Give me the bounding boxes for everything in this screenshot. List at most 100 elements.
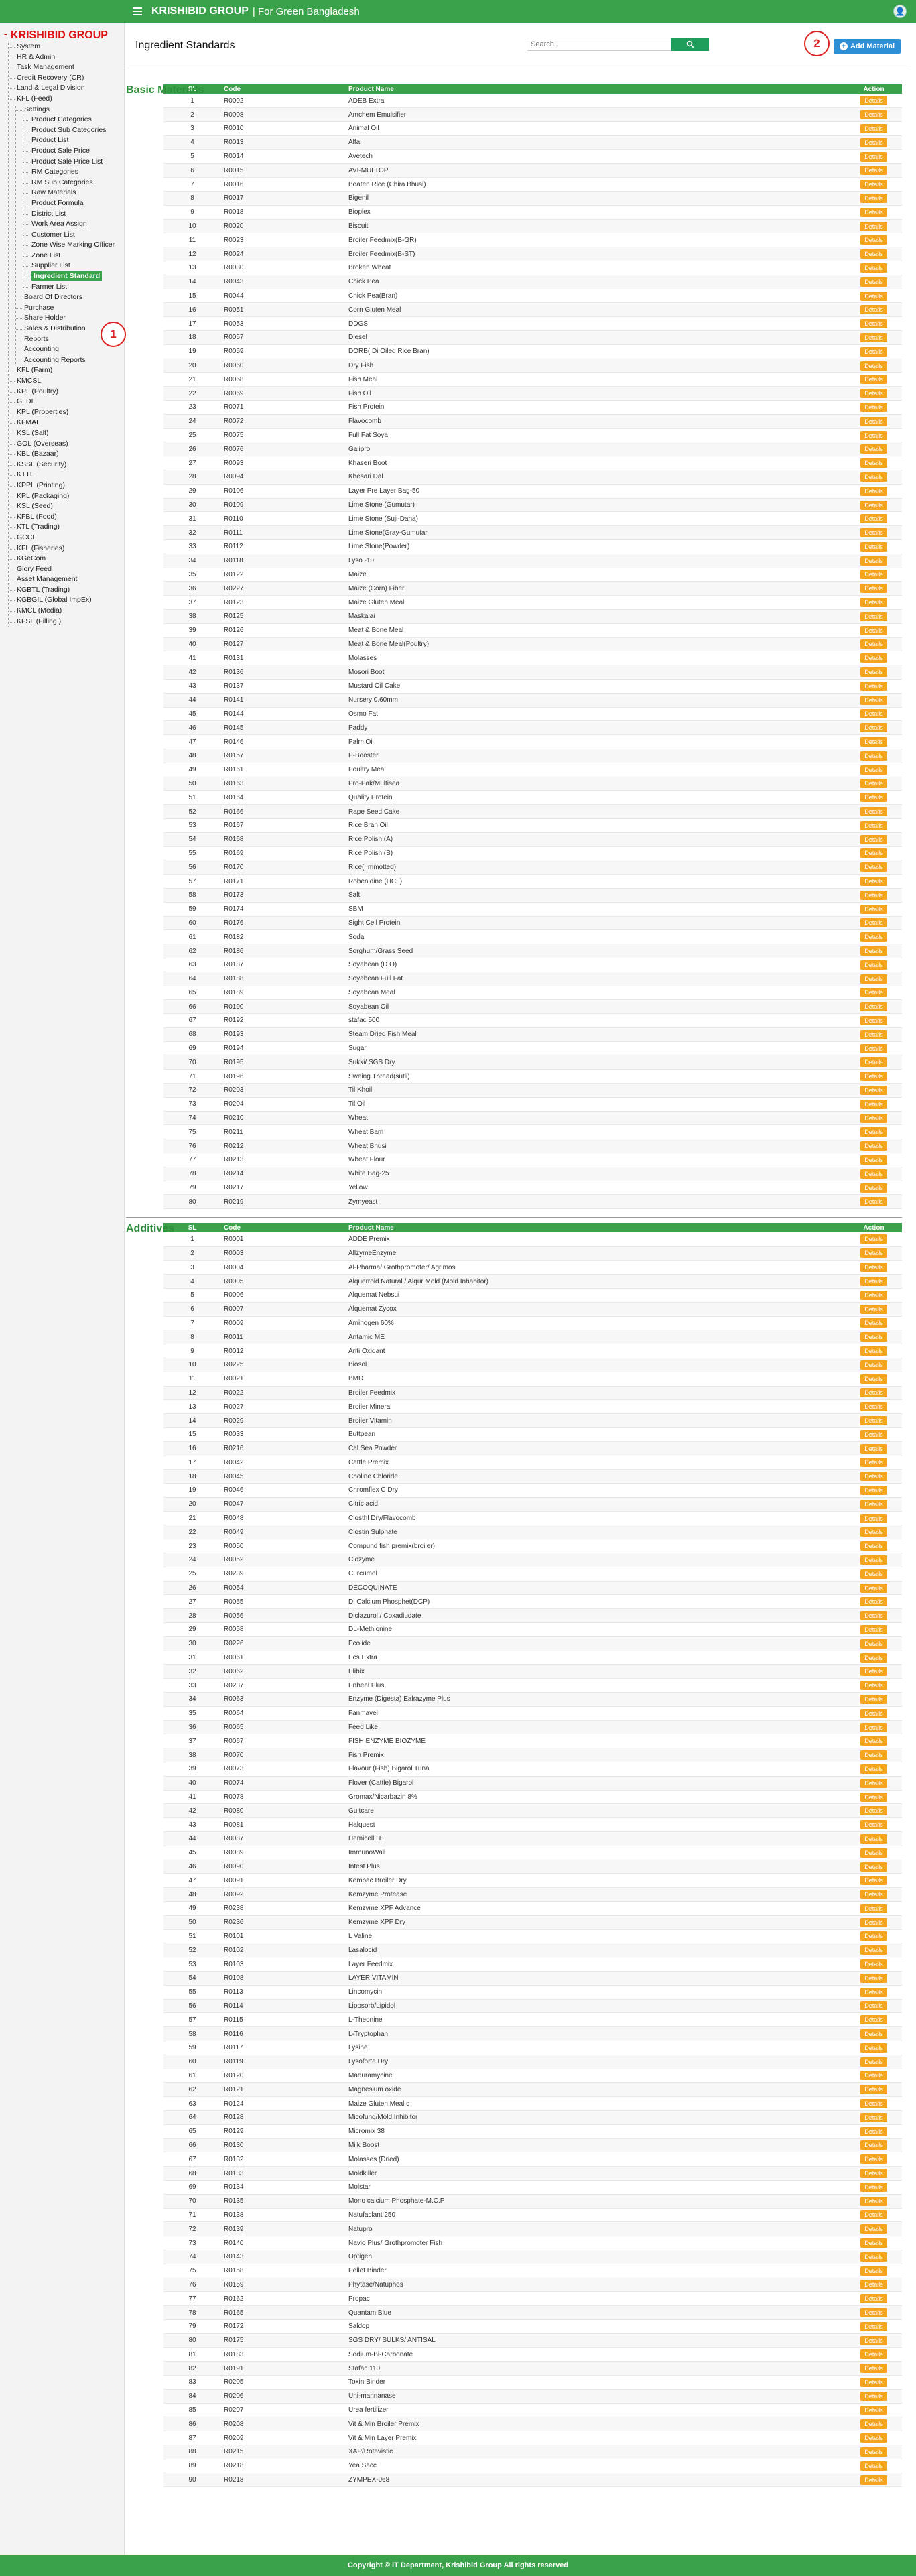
details-button[interactable]: Details	[860, 235, 887, 245]
sidebar-item-ktl-trading[interactable]: KTL (Trading)	[9, 522, 124, 533]
details-button[interactable]: Details	[860, 1029, 887, 1039]
details-button[interactable]: Details	[860, 346, 887, 357]
details-button[interactable]: Details	[860, 1099, 887, 1109]
details-button[interactable]: Details	[860, 1638, 887, 1649]
sidebar-item-kppl-printing[interactable]: KPPL (Printing)	[9, 480, 124, 491]
details-button[interactable]: Details	[860, 2349, 887, 2360]
details-button[interactable]: Details	[860, 946, 887, 956]
details-button[interactable]: Details	[860, 2475, 887, 2485]
sidebar-item-land-legal-division[interactable]: Land & Legal Division	[9, 83, 124, 94]
details-button[interactable]: Details	[860, 1015, 887, 1025]
details-button[interactable]: Details	[860, 848, 887, 858]
details-button[interactable]: Details	[860, 361, 887, 371]
details-button[interactable]: Details	[860, 1792, 887, 1802]
details-button[interactable]: Details	[860, 960, 887, 970]
details-button[interactable]: Details	[860, 737, 887, 747]
search-input[interactable]	[527, 38, 671, 51]
details-button[interactable]: Details	[860, 625, 887, 635]
details-button[interactable]: Details	[860, 1750, 887, 1760]
details-button[interactable]: Details	[860, 2057, 887, 2067]
details-button[interactable]: Details	[860, 1197, 887, 1207]
details-button[interactable]: Details	[860, 820, 887, 830]
search-button[interactable]	[671, 38, 709, 51]
details-button[interactable]: Details	[860, 1374, 887, 1384]
details-button[interactable]: Details	[860, 1876, 887, 1886]
details-button[interactable]: Details	[860, 1472, 887, 1482]
details-button[interactable]: Details	[860, 1806, 887, 1816]
sidebar-item-ingredient-standard[interactable]: Ingredient Standard	[23, 271, 124, 282]
details-button[interactable]: Details	[860, 1458, 887, 1468]
details-button[interactable]: Details	[860, 1183, 887, 1193]
details-button[interactable]: Details	[860, 291, 887, 301]
details-button[interactable]: Details	[860, 1583, 887, 1593]
details-button[interactable]: Details	[860, 1764, 887, 1774]
details-button[interactable]: Details	[860, 1653, 887, 1663]
details-button[interactable]: Details	[860, 974, 887, 984]
sidebar-item-zone-wise-marking-officer[interactable]: Zone Wise Marking Officer	[23, 240, 124, 251]
sidebar-item-customer-list[interactable]: Customer List	[23, 230, 124, 241]
details-button[interactable]: Details	[860, 2335, 887, 2345]
details-button[interactable]: Details	[860, 877, 887, 887]
sidebar-item-accounting-reports[interactable]: Accounting Reports	[16, 355, 124, 366]
sidebar-item-product-sale-price[interactable]: Product Sale Price	[23, 146, 124, 157]
details-button[interactable]: Details	[860, 1402, 887, 1412]
details-button[interactable]: Details	[860, 2266, 887, 2276]
details-button[interactable]: Details	[860, 2126, 887, 2136]
details-button[interactable]: Details	[860, 1527, 887, 1537]
details-button[interactable]: Details	[860, 1141, 887, 1151]
details-button[interactable]: Details	[860, 2210, 887, 2220]
details-button[interactable]: Details	[860, 1169, 887, 1179]
details-button[interactable]: Details	[860, 1611, 887, 1621]
details-button[interactable]: Details	[860, 1931, 887, 1941]
details-button[interactable]: Details	[860, 110, 887, 120]
details-button[interactable]: Details	[860, 2001, 887, 2011]
sidebar-item-kgecom[interactable]: KGeCom	[9, 554, 124, 564]
sidebar-item-rm-categories[interactable]: RM Categories	[23, 167, 124, 178]
details-button[interactable]: Details	[860, 1681, 887, 1691]
details-button[interactable]: Details	[860, 1485, 887, 1495]
details-button[interactable]: Details	[860, 444, 887, 454]
details-button[interactable]: Details	[860, 1569, 887, 1579]
sidebar-item-system[interactable]: System	[9, 42, 124, 52]
details-button[interactable]: Details	[860, 1416, 887, 1425]
details-button[interactable]: Details	[860, 249, 887, 259]
details-button[interactable]: Details	[860, 389, 887, 399]
details-button[interactable]: Details	[860, 1318, 887, 1328]
details-button[interactable]: Details	[860, 2140, 887, 2150]
details-button[interactable]: Details	[860, 1072, 887, 1082]
details-button[interactable]: Details	[860, 1667, 887, 1677]
details-button[interactable]: Details	[860, 2280, 887, 2290]
details-button[interactable]: Details	[860, 1624, 887, 1634]
sidebar-item-raw-materials[interactable]: Raw Materials	[23, 188, 124, 198]
details-button[interactable]: Details	[860, 709, 887, 719]
details-button[interactable]: Details	[860, 1513, 887, 1523]
details-button[interactable]: Details	[860, 2364, 887, 2374]
details-button[interactable]: Details	[860, 2308, 887, 2317]
details-button[interactable]: Details	[860, 1833, 887, 1844]
user-avatar-icon[interactable]: 👤	[893, 5, 907, 18]
details-button[interactable]: Details	[860, 723, 887, 733]
details-button[interactable]: Details	[860, 1708, 887, 1718]
details-button[interactable]: Details	[860, 681, 887, 691]
details-button[interactable]: Details	[860, 1736, 887, 1746]
details-button[interactable]: Details	[860, 2238, 887, 2248]
details-button[interactable]: Details	[860, 430, 887, 440]
details-button[interactable]: Details	[860, 1234, 887, 1244]
details-button[interactable]: Details	[860, 1277, 887, 1287]
sidebar-item-supplier-list[interactable]: Supplier List	[23, 261, 124, 271]
details-button[interactable]: Details	[860, 793, 887, 803]
sidebar-item-zone-list[interactable]: Zone List	[23, 251, 124, 261]
sidebar-item-kbl-bazaar[interactable]: KBL (Bazaar)	[9, 449, 124, 460]
details-button[interactable]: Details	[860, 2224, 887, 2234]
details-button[interactable]: Details	[860, 263, 887, 273]
details-button[interactable]: Details	[860, 375, 887, 385]
sidebar-item-kfbl-food[interactable]: KFBL (Food)	[9, 512, 124, 523]
details-button[interactable]: Details	[860, 695, 887, 705]
sidebar-item-product-categories[interactable]: Product Categories	[23, 115, 124, 125]
details-button[interactable]: Details	[860, 305, 887, 315]
details-button[interactable]: Details	[860, 1043, 887, 1053]
sidebar-item-hr-admin[interactable]: HR & Admin	[9, 52, 124, 63]
details-button[interactable]: Details	[860, 2071, 887, 2081]
details-button[interactable]: Details	[860, 2419, 887, 2429]
details-button[interactable]: Details	[860, 2043, 887, 2053]
